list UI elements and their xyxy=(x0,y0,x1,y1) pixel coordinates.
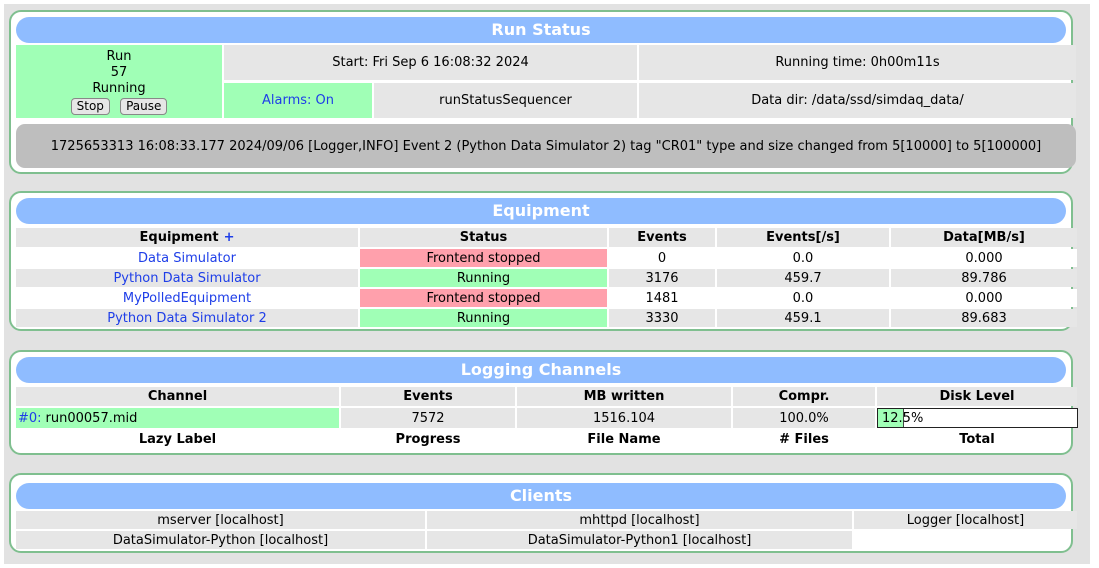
col-header-mb-written: MB written xyxy=(517,387,731,406)
col-header-file-name: File Name xyxy=(587,432,661,447)
equipment-event-rate: 0.0 xyxy=(717,289,889,307)
running-time: Running time: 0h00m11s xyxy=(639,45,1076,80)
client-item: mserver [localhost] xyxy=(16,511,425,529)
client-item: DataSimulator-Python1 [localhost] xyxy=(427,531,852,549)
equipment-name-link[interactable]: MyPolledEquipment xyxy=(16,289,358,307)
channel-filename: run00057.mid xyxy=(45,410,138,426)
logging-header: Logging Channels xyxy=(16,357,1066,383)
equipment-status: Frontend stopped xyxy=(360,289,607,307)
col-header-data: Data[MB/s] xyxy=(891,228,1077,247)
equipment-event-rate: 459.1 xyxy=(717,309,889,327)
client-item: DataSimulator-Python [localhost] xyxy=(16,531,425,549)
equipment-status: Frontend stopped xyxy=(360,249,607,267)
equipment-name-link[interactable]: Python Data Simulator 2 xyxy=(16,309,358,327)
run-status-header: Run Status xyxy=(16,17,1066,43)
channel-id-link[interactable]: #0: xyxy=(18,411,42,426)
col-header-rate: Events[/s] xyxy=(717,228,889,247)
equipment-panel: Equipment Equipment + Status Events Even… xyxy=(9,191,1077,331)
col-header-events: Events xyxy=(609,228,715,247)
col-header-disk-level: Disk Level xyxy=(877,387,1077,406)
col-header-status: Status xyxy=(360,228,607,247)
col-header-lazy-label: Lazy Label xyxy=(138,432,217,447)
equipment-name-link[interactable]: Python Data Simulator xyxy=(16,269,358,287)
logging-panel: Logging Channels Channel Events MB writt… xyxy=(9,350,1078,455)
equipment-data-rate: 89.786 xyxy=(891,269,1077,287)
run-label: Run xyxy=(106,48,132,64)
col-header-total: Total xyxy=(959,432,995,447)
equipment-events: 3176 xyxy=(609,269,715,287)
channel-events: 7572 xyxy=(341,408,515,428)
disk-level-bar: 12.5% xyxy=(877,408,1078,428)
disk-level-text: 12.5% xyxy=(882,410,924,426)
equipment-header: Equipment xyxy=(16,198,1066,224)
col-header-channel: Channel xyxy=(16,387,339,406)
run-sequencer: runStatusSequencer xyxy=(374,83,637,118)
channel-mb-written: 1516.104 xyxy=(517,408,731,428)
col-header-compression: Compr. xyxy=(733,387,875,406)
last-message[interactable]: 1725653313 16:08:33.177 2024/09/06 [Logg… xyxy=(16,124,1076,168)
col-header-num-files: # Files xyxy=(779,432,829,447)
client-item: Logger [localhost] xyxy=(854,511,1077,529)
equipment-events: 3330 xyxy=(609,309,715,327)
run-state: Running xyxy=(92,80,146,96)
equipment-status: Running xyxy=(360,309,607,327)
col-header-equipment: Equipment + xyxy=(16,228,358,247)
equipment-event-rate: 0.0 xyxy=(717,249,889,267)
col-equipment-label: Equipment xyxy=(139,230,219,245)
equipment-data-rate: 89.683 xyxy=(891,309,1077,327)
clients-panel: Clients mserver [localhost] mhttpd [loca… xyxy=(9,473,1077,553)
add-equipment-button[interactable]: + xyxy=(224,230,235,245)
equipment-name-link[interactable]: Data Simulator xyxy=(16,249,358,267)
col-header-progress: Progress xyxy=(395,432,461,447)
equipment-event-rate: 459.7 xyxy=(717,269,889,287)
equipment-status: Running xyxy=(360,269,607,287)
equipment-events: 1481 xyxy=(609,289,715,307)
client-item: mhttpd [localhost] xyxy=(427,511,852,529)
pause-button[interactable]: Pause xyxy=(120,97,168,115)
equipment-data-rate: 0.000 xyxy=(891,249,1077,267)
run-status-panel: Run Status Run 57 Running Stop Pause Sta… xyxy=(9,10,1076,174)
alarms-status[interactable]: Alarms: On xyxy=(224,83,372,118)
clients-header: Clients xyxy=(16,483,1066,509)
data-directory: Data dir: /data/ssd/simdaq_data/ xyxy=(639,83,1076,118)
run-start-time: Start: Fri Sep 6 16:08:32 2024 xyxy=(224,45,637,80)
run-number: 57 xyxy=(110,64,128,80)
channel-cell[interactable]: #0: run00057.mid xyxy=(16,408,339,428)
col-header-log-events: Events xyxy=(341,387,515,406)
run-state-box: Run 57 Running Stop Pause xyxy=(16,45,222,118)
stop-button[interactable]: Stop xyxy=(70,97,110,115)
equipment-events: 0 xyxy=(609,249,715,267)
channel-compression: 100.0% xyxy=(733,408,875,428)
equipment-data-rate: 0.000 xyxy=(891,289,1077,307)
